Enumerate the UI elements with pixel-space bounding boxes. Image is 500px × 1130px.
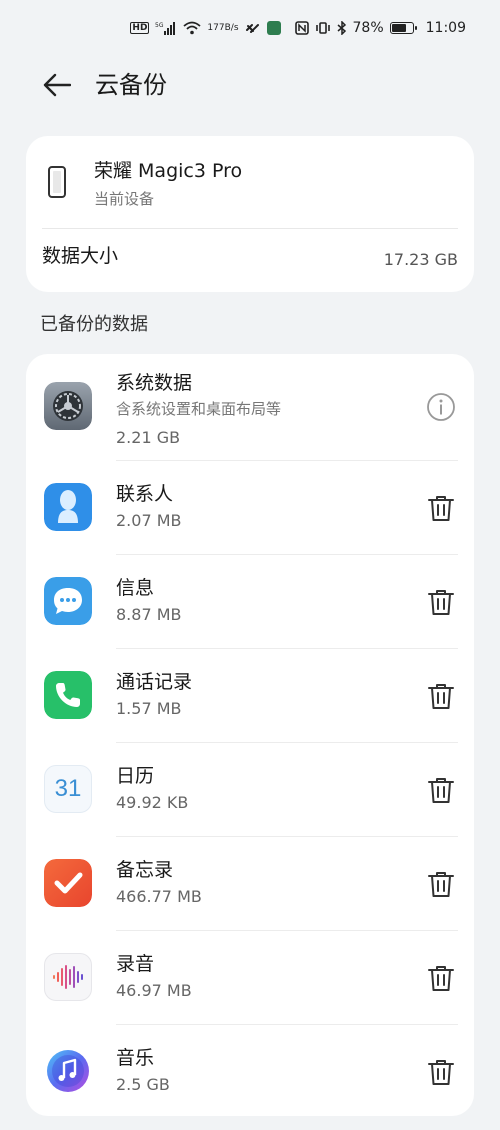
section-title: 已备份的数据 <box>40 314 148 335</box>
delete-button[interactable] <box>426 681 456 711</box>
item-size: 2.5 GB <box>116 1075 170 1094</box>
signal-icon: 5G <box>155 21 177 35</box>
list-item-notes[interactable]: 备忘录 466.77 MB <box>26 837 474 930</box>
delete-button[interactable] <box>426 775 456 805</box>
backup-list-card: 系统数据 含系统设置和桌面布局等 2.21 GB 联系人 2.07 MB 信息 … <box>26 354 474 1116</box>
contacts-icon <box>44 483 92 531</box>
trash-icon <box>428 1060 454 1085</box>
trash-icon <box>428 496 454 521</box>
music-icon <box>44 1047 92 1095</box>
item-name: 联系人 <box>116 483 174 505</box>
wifi-icon <box>183 21 202 35</box>
sound-recorder-icon <box>44 953 92 1001</box>
divider <box>42 228 458 229</box>
item-size: 2.21 GB <box>116 428 181 447</box>
messages-icon <box>44 577 92 625</box>
delete-button[interactable] <box>426 587 456 617</box>
delete-button[interactable] <box>426 963 456 993</box>
link-icon <box>245 21 261 35</box>
list-item-messages[interactable]: 信息 8.87 MB <box>26 555 474 648</box>
device-card: 荣耀 Magic3 Pro 当前设备 数据大小 17.23 GB <box>26 136 474 292</box>
item-name: 录音 <box>116 953 155 975</box>
trash-icon <box>428 872 454 897</box>
list-item-music[interactable]: 音乐 2.5 GB <box>26 1025 474 1116</box>
bluetooth-icon <box>337 21 347 35</box>
app-notification-icon <box>266 21 281 35</box>
item-size: 46.97 MB <box>116 981 192 1000</box>
item-name: 音乐 <box>116 1047 155 1069</box>
battery-icon <box>389 22 417 34</box>
app-header: 云备份 <box>0 56 500 116</box>
list-item-recorder[interactable]: 录音 46.97 MB <box>26 931 474 1024</box>
back-button[interactable] <box>40 68 74 102</box>
hd-icon: HD <box>130 22 150 34</box>
network-label: 5G <box>155 22 164 29</box>
trash-icon <box>428 684 454 709</box>
trash-icon <box>428 778 454 803</box>
info-button[interactable] <box>426 392 456 422</box>
item-name: 信息 <box>116 577 155 599</box>
item-size: 2.07 MB <box>116 511 182 530</box>
item-size: 49.92 KB <box>116 793 189 812</box>
calendar-day: 31 <box>54 775 82 802</box>
delete-button[interactable] <box>426 1057 456 1087</box>
network-speed: 177 B/s <box>207 22 239 33</box>
phone-device-icon <box>48 166 66 198</box>
device-subtitle: 当前设备 <box>94 190 155 208</box>
item-name: 通话记录 <box>116 671 193 693</box>
clock: 11:09 <box>425 20 466 36</box>
page-title: 云备份 <box>95 71 167 99</box>
delete-button[interactable] <box>426 493 456 523</box>
item-size: 466.77 MB <box>116 887 202 906</box>
item-name: 备忘录 <box>116 859 174 881</box>
delete-button[interactable] <box>426 869 456 899</box>
list-item-calendar[interactable]: 31 日历 49.92 KB <box>26 743 474 836</box>
vibrate-icon <box>315 21 331 35</box>
phone-icon <box>44 671 92 719</box>
battery-percent: 78% <box>352 20 384 36</box>
data-size-label: 数据大小 <box>42 245 119 267</box>
trash-icon <box>428 966 454 991</box>
item-name: 系统数据 <box>116 372 193 394</box>
settings-gear-icon <box>44 382 92 430</box>
data-size-value: 17.23 GB <box>383 250 458 269</box>
item-size: 1.57 MB <box>116 699 182 718</box>
list-item-contacts[interactable]: 联系人 2.07 MB <box>26 461 474 554</box>
item-name: 日历 <box>116 765 155 787</box>
nfc-icon <box>294 21 309 35</box>
status-bar: HD 5G 177 B/s 78% 11:09 <box>0 0 500 56</box>
notes-icon <box>44 859 92 907</box>
trash-icon <box>428 590 454 615</box>
list-item-system-data[interactable]: 系统数据 含系统设置和桌面布局等 2.21 GB <box>26 354 474 460</box>
back-arrow-icon <box>43 73 71 97</box>
device-name: 荣耀 Magic3 Pro <box>94 160 243 182</box>
calendar-icon: 31 <box>44 765 92 813</box>
item-subtitle: 含系统设置和桌面布局等 <box>116 400 282 418</box>
item-size: 8.87 MB <box>116 605 182 624</box>
list-item-call-logs[interactable]: 通话记录 1.57 MB <box>26 649 474 742</box>
info-icon <box>427 393 455 421</box>
